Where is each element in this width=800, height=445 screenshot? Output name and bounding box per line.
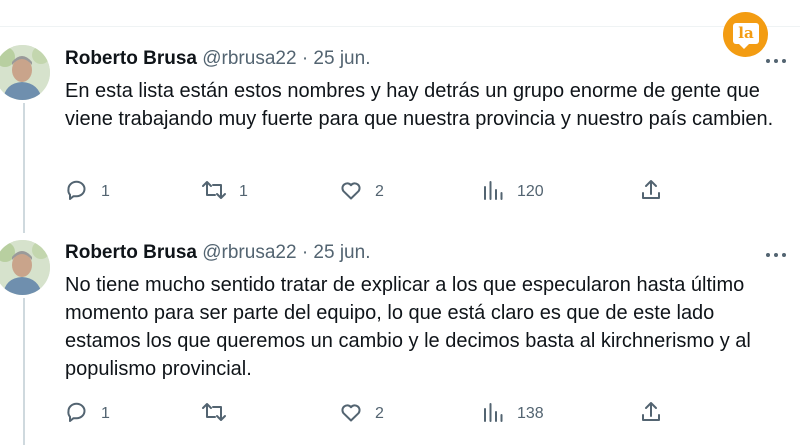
author-handle[interactable]: @rbrusa22 xyxy=(202,242,296,263)
tweet-date[interactable]: 25 jun. xyxy=(313,242,370,263)
like-count: 2 xyxy=(375,405,384,422)
share-icon xyxy=(639,400,663,429)
tweet-header: Roberto Brusa @rbrusa22 · 25 jun. xyxy=(65,241,370,265)
views-icon xyxy=(481,400,505,429)
author-name[interactable]: Roberto Brusa xyxy=(65,242,197,263)
share-button[interactable] xyxy=(639,400,663,429)
avatar[interactable] xyxy=(0,240,50,295)
retweet-button[interactable] xyxy=(201,402,239,426)
reply-count: 1 xyxy=(101,405,110,422)
like-button[interactable]: 2 xyxy=(339,402,384,426)
tweet-actions: 1 2 138 xyxy=(65,400,785,429)
tweet-text: No tiene mucho sentido tratar de explica… xyxy=(65,274,751,380)
views-count: 138 xyxy=(517,405,544,422)
tweet[interactable]: Roberto Brusa @rbrusa22 · 25 jun. No tie… xyxy=(0,0,800,445)
header-separator: · xyxy=(301,242,309,263)
more-icon[interactable] xyxy=(764,249,788,261)
views-button[interactable]: 138 xyxy=(481,402,544,426)
reply-icon xyxy=(65,400,89,429)
reply-button[interactable]: 1 xyxy=(65,402,110,426)
like-icon xyxy=(339,400,363,429)
retweet-icon xyxy=(201,400,227,429)
